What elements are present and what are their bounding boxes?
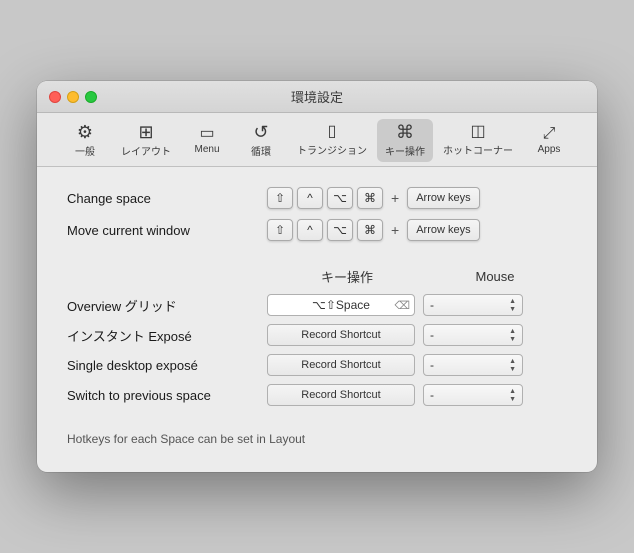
titlebar: 環境設定	[37, 81, 597, 113]
mouse-select-arrows: ▲ ▼	[509, 298, 516, 313]
switch-prev-space-record[interactable]: Record Shortcut	[267, 384, 415, 406]
footer-note: Hotkeys for each Space can be set in Lay…	[67, 432, 305, 446]
single-desktop-expose-record[interactable]: Record Shortcut	[267, 354, 415, 376]
overview-grid-row: Overview グリッド ⌥⇧Space ⌫ - ▲ ▼	[67, 294, 567, 316]
toolbar-label-menu: Menu	[194, 144, 219, 155]
single-desktop-expose-mouse-select[interactable]: - ▲ ▼	[423, 354, 523, 376]
single-desktop-expose-mouse-value: -	[430, 358, 434, 372]
toolbar-item-transition[interactable]: ▯ トランジション	[289, 120, 375, 161]
transition-icon: ▯	[328, 124, 337, 140]
move-window-row: Move current window ⇧ ^ ⌥ ⌘ + Arrow keys	[67, 219, 567, 241]
change-space-label: Change space	[67, 191, 267, 206]
content-area: Change space ⇧ ^ ⌥ ⌘ + Arrow keys Move c…	[37, 167, 597, 472]
change-space-row: Change space ⇧ ^ ⌥ ⌘ + Arrow keys	[67, 187, 567, 209]
toolbar-label-layout: レイアウト	[121, 143, 171, 158]
cmd-key-2: ⌘	[357, 219, 383, 241]
instant-expose-row: インスタント Exposé Record Shortcut - ▲ ▼	[67, 324, 567, 346]
switch-prev-space-arrows: ▲ ▼	[509, 388, 516, 403]
ctrl-key: ^	[297, 187, 323, 209]
alt-key-2: ⌥	[327, 219, 353, 241]
hotcorner-icon: ◫	[470, 124, 485, 140]
switch-prev-space-label: Switch to previous space	[67, 388, 267, 403]
toolbar: ⚙ 一般 ⊞ レイアウト ▭ Menu ↺ 循環 ▯ トランジション ⌘ キー操…	[37, 113, 597, 167]
overview-grid-mouse-value: -	[430, 298, 434, 312]
toolbar-item-menu[interactable]: ▭ Menu	[181, 122, 233, 159]
overview-grid-shortcut[interactable]: ⌥⇧Space ⌫	[267, 294, 415, 316]
switch-prev-space-mouse-select[interactable]: - ▲ ▼	[423, 384, 523, 406]
traffic-lights	[49, 91, 97, 103]
instant-expose-arrows: ▲ ▼	[509, 328, 516, 343]
toolbar-label-circulation: 循環	[251, 143, 271, 158]
shift-key-2: ⇧	[267, 219, 293, 241]
minimize-button[interactable]	[67, 91, 79, 103]
single-desktop-expose-arrows: ▲ ▼	[509, 358, 516, 373]
overview-grid-label: Overview グリッド	[67, 296, 267, 315]
shift-key: ⇧	[267, 187, 293, 209]
close-button[interactable]	[49, 91, 61, 103]
cmd-key: ⌘	[357, 187, 383, 209]
keyboard-col-header: キー操作	[267, 267, 427, 286]
toolbar-item-circulation[interactable]: ↺ 循環	[235, 119, 287, 162]
change-space-combo: ⇧ ^ ⌥ ⌘ + Arrow keys	[267, 187, 480, 209]
mouse-col-header: Mouse	[435, 269, 555, 284]
apps-icon: ⤢	[543, 126, 556, 142]
toolbar-label-keyop: キー操作	[385, 143, 425, 158]
arrow-keys-button[interactable]: Arrow keys	[407, 187, 479, 209]
arrow-keys-button-2[interactable]: Arrow keys	[407, 219, 479, 241]
alt-key: ⌥	[327, 187, 353, 209]
switch-prev-space-row: Switch to previous space Record Shortcut…	[67, 384, 567, 406]
overview-grid-mouse-select[interactable]: - ▲ ▼	[423, 294, 523, 316]
instant-expose-mouse-select[interactable]: - ▲ ▼	[423, 324, 523, 346]
toolbar-item-hotcorner[interactable]: ◫ ホットコーナー	[435, 120, 521, 161]
menu-icon: ▭	[199, 126, 214, 142]
command-icon: ⌘	[396, 123, 414, 141]
toolbar-label-hotcorner: ホットコーナー	[443, 142, 513, 157]
preferences-window: 環境設定 ⚙ 一般 ⊞ レイアウト ▭ Menu ↺ 循環 ▯ トランジション …	[37, 81, 597, 472]
instant-expose-mouse-value: -	[430, 328, 434, 342]
instant-expose-record[interactable]: Record Shortcut	[267, 324, 415, 346]
maximize-button[interactable]	[85, 91, 97, 103]
grid-icon: ⊞	[138, 123, 153, 141]
ctrl-key-2: ^	[297, 219, 323, 241]
toolbar-label-general: 一般	[75, 143, 95, 158]
plus-sign-2: +	[391, 222, 399, 238]
column-headers: キー操作 Mouse	[67, 267, 567, 286]
single-desktop-expose-row: Single desktop exposé Record Shortcut - …	[67, 354, 567, 376]
toolbar-item-keyop[interactable]: ⌘ キー操作	[377, 119, 433, 162]
switch-prev-space-mouse-value: -	[430, 388, 434, 402]
clear-shortcut-button[interactable]: ⌫	[394, 299, 410, 312]
toolbar-item-apps[interactable]: ⤢ Apps	[523, 122, 575, 159]
toolbar-item-layout[interactable]: ⊞ レイアウト	[113, 119, 179, 162]
single-desktop-expose-label: Single desktop exposé	[67, 358, 267, 373]
plus-sign: +	[391, 190, 399, 206]
move-window-combo: ⇧ ^ ⌥ ⌘ + Arrow keys	[267, 219, 480, 241]
toolbar-label-apps: Apps	[538, 144, 561, 155]
gear-icon: ⚙	[77, 123, 93, 141]
overview-grid-value: ⌥⇧Space	[312, 298, 370, 312]
instant-expose-label: インスタント Exposé	[67, 326, 267, 345]
toolbar-label-transition: トランジション	[297, 142, 367, 157]
window-title: 環境設定	[291, 87, 343, 106]
move-window-label: Move current window	[67, 223, 267, 238]
cycle-icon: ↺	[253, 123, 268, 141]
toolbar-item-general[interactable]: ⚙ 一般	[59, 119, 111, 162]
